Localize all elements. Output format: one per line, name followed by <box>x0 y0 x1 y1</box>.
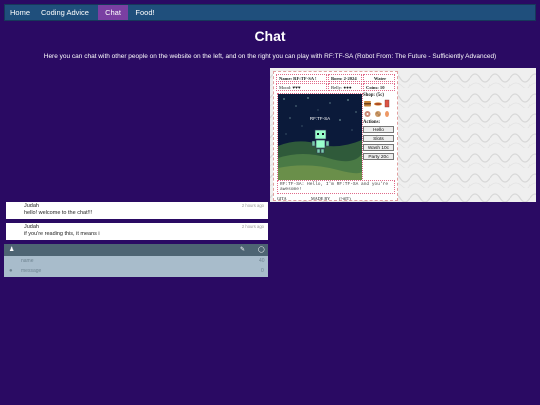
egg-icon[interactable] <box>385 111 389 117</box>
drink-icon[interactable] <box>384 99 390 108</box>
pet-game: Name: RF:TF-SA ! Born: 2-2024 Water Mood… <box>273 71 398 201</box>
actions-label: Actions: <box>363 120 381 125</box>
nav-item-chat[interactable]: Chat <box>98 5 128 20</box>
page-subtitle: Here you can chat with other people on t… <box>43 53 497 60</box>
message-text: hello! welcome to the chat!!! <box>24 210 93 216</box>
slots-button[interactable]: Slots <box>363 135 394 142</box>
nav-item-food[interactable]: Food! <box>129 5 161 20</box>
cookie-icon[interactable] <box>375 111 381 117</box>
hello-button[interactable]: Hello <box>363 126 394 133</box>
name-counter: 40 <box>259 258 265 264</box>
pet-belly: Belly: ●●● <box>328 83 362 91</box>
message-author: Judah <box>24 203 39 209</box>
message-placeholder: message <box>21 268 42 274</box>
name-field[interactable]: name 40 <box>4 257 268 266</box>
message-counter: 0 <box>261 268 264 274</box>
page-title: Chat <box>254 28 286 44</box>
pet-coins: Coins: 10 <box>363 83 395 91</box>
burger-icon[interactable] <box>364 101 371 107</box>
edit-icon[interactable]: ✎ <box>240 246 245 254</box>
nav-item-home[interactable]: Home <box>5 5 35 20</box>
water-button[interactable]: Water <box>363 74 395 82</box>
chat-message: Judah 2 hours ago if you're reading this… <box>4 223 268 240</box>
party-button[interactable]: Party 20c <box>363 153 394 160</box>
hotdog-icon[interactable] <box>374 102 382 106</box>
footer-middle: MADE BY <box>311 196 331 201</box>
nav-item-coding-advice[interactable]: Coding Advice <box>38 5 92 20</box>
name-placeholder: name <box>21 258 34 264</box>
shop-label: Shop: (5c) <box>363 93 384 98</box>
wash-button[interactable]: Wash 10c <box>363 144 394 151</box>
smiley-icon[interactable]: ● <box>9 267 13 275</box>
user-icon: ♟ <box>9 247 15 253</box>
settings-icon[interactable]: ◯ <box>258 246 265 254</box>
message-author: Judah <box>24 224 39 230</box>
chat-input-panel: ♟ ✎ ◯ name 40 ● message 0 <box>4 244 268 277</box>
shop-items <box>364 99 390 117</box>
pet-name: Name: RF:TF-SA ! <box>276 74 327 82</box>
pet-screen[interactable]: RF:TF-SA <box>277 93 363 181</box>
footer-right[interactable]: (!-#IT) <box>339 196 351 201</box>
chat-input-header: ♟ ✎ ◯ <box>4 244 268 256</box>
screen-label: RF:TF-SA <box>310 116 330 121</box>
top-nav: Home Coding Advice Chat Food! <box>4 4 536 21</box>
pet-scene: RF:TF-SA <box>278 94 362 180</box>
pet-mood: Mood: ♥♥♥ <box>276 83 327 91</box>
pet-born: Born: 2-2024 <box>328 74 362 82</box>
message-field[interactable]: ● message 0 <box>4 267 268 276</box>
chat-message: Judah 2 hours ago hello! welcome to the … <box>4 202 268 219</box>
pet-side-panel: Shop: (5c) Actions: Hello Slots Wash 10c… <box>362 93 395 179</box>
donut-icon[interactable] <box>364 111 371 117</box>
footer-left[interactable]: GITA <box>277 196 287 201</box>
message-time: 2 hours ago <box>241 224 264 229</box>
pet-speech: RF:TF-SA: Hello, I'm RF:TF-SA and you're… <box>277 180 395 194</box>
message-time: 2 hours ago <box>241 203 264 208</box>
message-text: if you're reading this, it means i <box>24 231 100 237</box>
